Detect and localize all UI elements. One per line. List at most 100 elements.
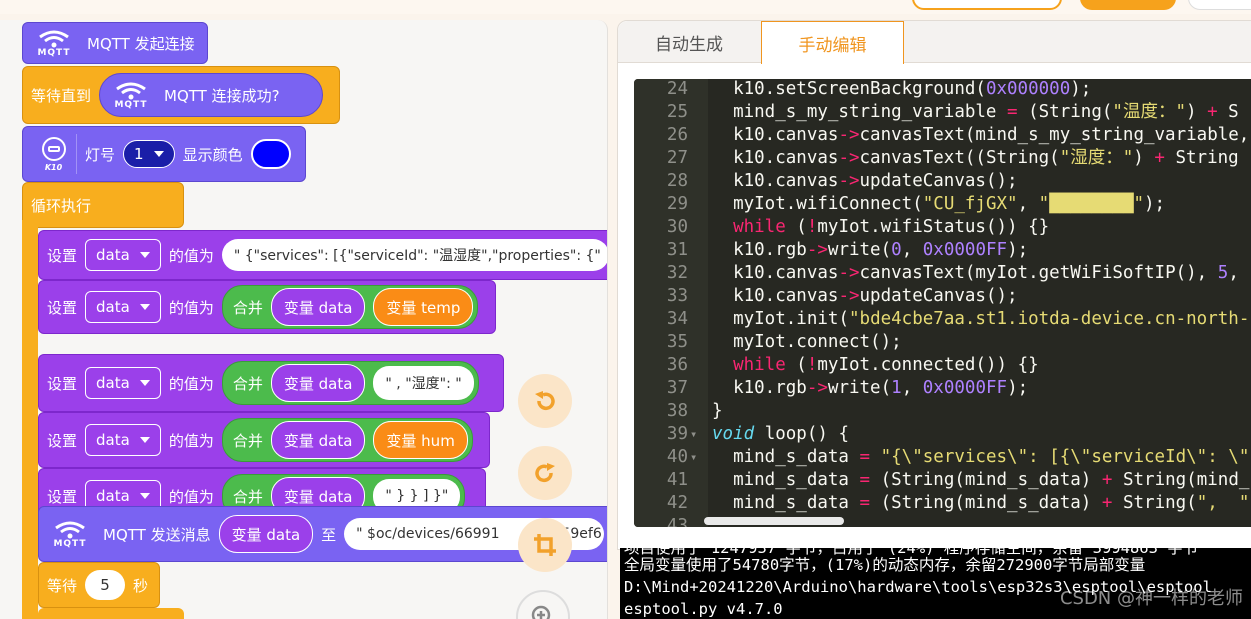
line-number: 24: [666, 79, 688, 99]
code-line[interactable]: 34 myIot.init("bde4cbe7aa.st1.iotda-devi…: [634, 308, 1251, 331]
led-color-block[interactable]: K10 灯号 1 显示颜色: [22, 126, 306, 182]
code-line[interactable]: 35 myIot.connect();: [634, 331, 1251, 354]
toolbar-extra-button[interactable]: [1188, 0, 1251, 10]
variable-dropdown[interactable]: data: [85, 291, 161, 323]
variable-data-label: 变量 data: [283, 374, 353, 393]
variable-name: data: [96, 487, 130, 505]
wait-seconds-block[interactable]: 等待 5 秒: [38, 562, 160, 608]
set-label: 设置: [47, 487, 78, 506]
join-block[interactable]: 合并 变量 data 变量 temp: [221, 285, 479, 329]
join-block[interactable]: 合并 变量 data 变量 hum: [221, 418, 473, 462]
json-string-input[interactable]: " {"services": [{"serviceId": "温湿度","pro…: [221, 239, 607, 271]
string-value: " , "湿度": ": [385, 376, 462, 392]
line-number: 32: [666, 263, 688, 283]
code-tabs: 自动生成 手动编辑: [618, 21, 1251, 64]
code-line[interactable]: 42 mind_s_data = (String(mind_s_data) + …: [634, 492, 1251, 515]
tab-manual-edit[interactable]: 手动编辑: [761, 21, 904, 64]
code-line[interactable]: 41 mind_s_data = (String(mind_s_data) + …: [634, 469, 1251, 492]
set-label: 设置: [47, 374, 78, 393]
variable-name: data: [96, 246, 130, 264]
upload-button[interactable]: [1080, 0, 1176, 10]
line-number: 27: [666, 148, 688, 168]
set-data-join-humkey-block[interactable]: 设置 data 的值为 合并 变量 data " , "湿度": ": [38, 354, 504, 412]
line-number: 35: [666, 332, 688, 352]
chevron-down-icon: [139, 437, 150, 443]
chevron-down-icon: [139, 380, 150, 386]
variable-data-reporter[interactable]: 变量 data: [270, 288, 366, 326]
loop-block[interactable]: 循环执行: [22, 182, 184, 228]
code-text: k10.canvas->canvasText(mind_s_my_string_…: [712, 125, 1250, 145]
block-workspace[interactable]: MQTT MQTT 发起连接 等待直到 MQTT MQTT 连接成功? K10 …: [0, 20, 608, 619]
redo-icon[interactable]: [518, 446, 572, 500]
code-line[interactable]: 32 k10.canvas->canvasText(myIot.getWiFiS…: [634, 262, 1251, 285]
line-number: 43: [666, 516, 688, 527]
code-line[interactable]: 40 ▾ mind_s_data = "{\"services\": [{\"se…: [634, 446, 1251, 469]
code-line[interactable]: 29 myIot.wifiConnect("CU_fjGX", "███████…: [634, 193, 1251, 216]
line-number: 42: [666, 493, 688, 513]
variable-dropdown[interactable]: data: [85, 367, 161, 399]
variable-name: data: [96, 374, 130, 392]
upload-device-button[interactable]: [912, 0, 1062, 10]
code-line[interactable]: 25 mind_s_my_string_variable = (String("…: [634, 101, 1251, 124]
mqtt-icon: MQTT: [31, 23, 77, 63]
variable-name: data: [96, 298, 130, 316]
code-line[interactable]: 30 while (!myIot.wifiStatus()) {}: [634, 216, 1251, 239]
wait-until-block[interactable]: 等待直到 MQTT MQTT 连接成功?: [22, 66, 340, 124]
variable-data-reporter[interactable]: 变量 data: [270, 421, 366, 459]
horizontal-scrollbar[interactable]: [704, 517, 844, 525]
code-line[interactable]: 27 k10.canvas->canvasText((String("湿度：")…: [634, 147, 1251, 170]
mqtt-connected-condition[interactable]: MQTT MQTT 连接成功?: [99, 73, 324, 117]
code-line[interactable]: 36 while (!myIot.connected()) {}: [634, 354, 1251, 377]
value-of-label: 的值为: [168, 487, 214, 506]
mqtt-connect-block[interactable]: MQTT MQTT 发起连接: [22, 22, 208, 64]
console-line: esptool.py v4.7.0: [624, 600, 783, 618]
code-text: myIot.connect();: [712, 332, 902, 352]
code-line[interactable]: 28 k10.canvas->updateCanvas();: [634, 170, 1251, 193]
loop-body-rail: [22, 220, 38, 619]
code-panel: 自动生成 手动编辑 24 k10.setScreenBackground(0x0…: [617, 20, 1251, 550]
chevron-down-icon: [139, 493, 150, 499]
variable-name: data: [96, 431, 130, 449]
code-line[interactable]: 31 k10.rgb->write(0, 0x0000FF);: [634, 239, 1251, 262]
zoom-in-icon[interactable]: [516, 590, 570, 619]
tab-auto-generate[interactable]: 自动生成: [618, 21, 760, 63]
chevron-down-icon: [139, 252, 150, 258]
crop-icon[interactable]: [518, 518, 572, 572]
set-data-json-block[interactable]: 设置 data 的值为 " {"services": [{"serviceId"…: [38, 230, 607, 280]
variable-dropdown[interactable]: data: [85, 424, 161, 456]
code-line[interactable]: 26 k10.canvas->canvasText(mind_s_my_stri…: [634, 124, 1251, 147]
line-number: 39: [666, 424, 688, 444]
code-line[interactable]: 37 k10.rgb->write(1, 0x0000FF);: [634, 377, 1251, 400]
code-text: k10.canvas->updateCanvas();: [712, 286, 1018, 306]
undo-icon[interactable]: [518, 374, 572, 428]
code-line[interactable]: 24 k10.setScreenBackground(0x000000);: [634, 79, 1251, 101]
variable-data-label: 变量 data: [283, 431, 353, 450]
code-text: k10.rgb->write(0, 0x0000FF);: [712, 240, 1029, 260]
variable-dropdown[interactable]: data: [85, 239, 161, 271]
variable-hum-reporter[interactable]: 变量 hum: [373, 421, 468, 459]
string-input[interactable]: " , "湿度": ": [373, 366, 474, 400]
wait-seconds-input[interactable]: 5: [85, 570, 126, 600]
set-data-join-temp-block[interactable]: 设置 data 的值为 合并 变量 data 变量 temp: [38, 280, 496, 334]
code-line[interactable]: 33 k10.canvas->updateCanvas();: [634, 285, 1251, 308]
code-text: myIot.init("bde4cbe7aa.st1.iotda-device.…: [712, 309, 1250, 329]
loop-label: 循环执行: [31, 196, 92, 215]
fold-toggle-icon[interactable]: ▾: [690, 446, 697, 469]
led-number-dropdown[interactable]: 1: [123, 140, 175, 168]
code-editor[interactable]: 24 k10.setScreenBackground(0x000000); 25 …: [634, 79, 1251, 527]
fold-toggle-icon[interactable]: ▾: [690, 423, 697, 446]
join-block[interactable]: 合并 变量 data " , "湿度": ": [221, 361, 479, 405]
variable-data-label: 变量 data: [231, 525, 301, 544]
console-line: 全局变量使用了54780字节，(17%)的动态内存，余留272900字节局部变量: [624, 556, 1146, 574]
top-toolbar: [0, 0, 1251, 14]
color-picker[interactable]: [250, 139, 291, 169]
variable-temp-reporter[interactable]: 变量 temp: [373, 288, 474, 326]
join-label: 合并: [232, 374, 263, 393]
variable-data-reporter[interactable]: 变量 data: [218, 515, 314, 553]
watermark: CSDN @神一样的老师: [1059, 588, 1243, 609]
code-text: myIot.wifiConnect("CU_fjGX", "████████")…: [712, 194, 1166, 214]
set-data-join-hum-block[interactable]: 设置 data 的值为 合并 变量 data 变量 hum: [38, 412, 490, 468]
code-line[interactable]: 39 ▾ void loop() {: [634, 423, 1251, 446]
variable-data-reporter[interactable]: 变量 data: [270, 364, 366, 402]
code-line[interactable]: 38}: [634, 400, 1251, 423]
